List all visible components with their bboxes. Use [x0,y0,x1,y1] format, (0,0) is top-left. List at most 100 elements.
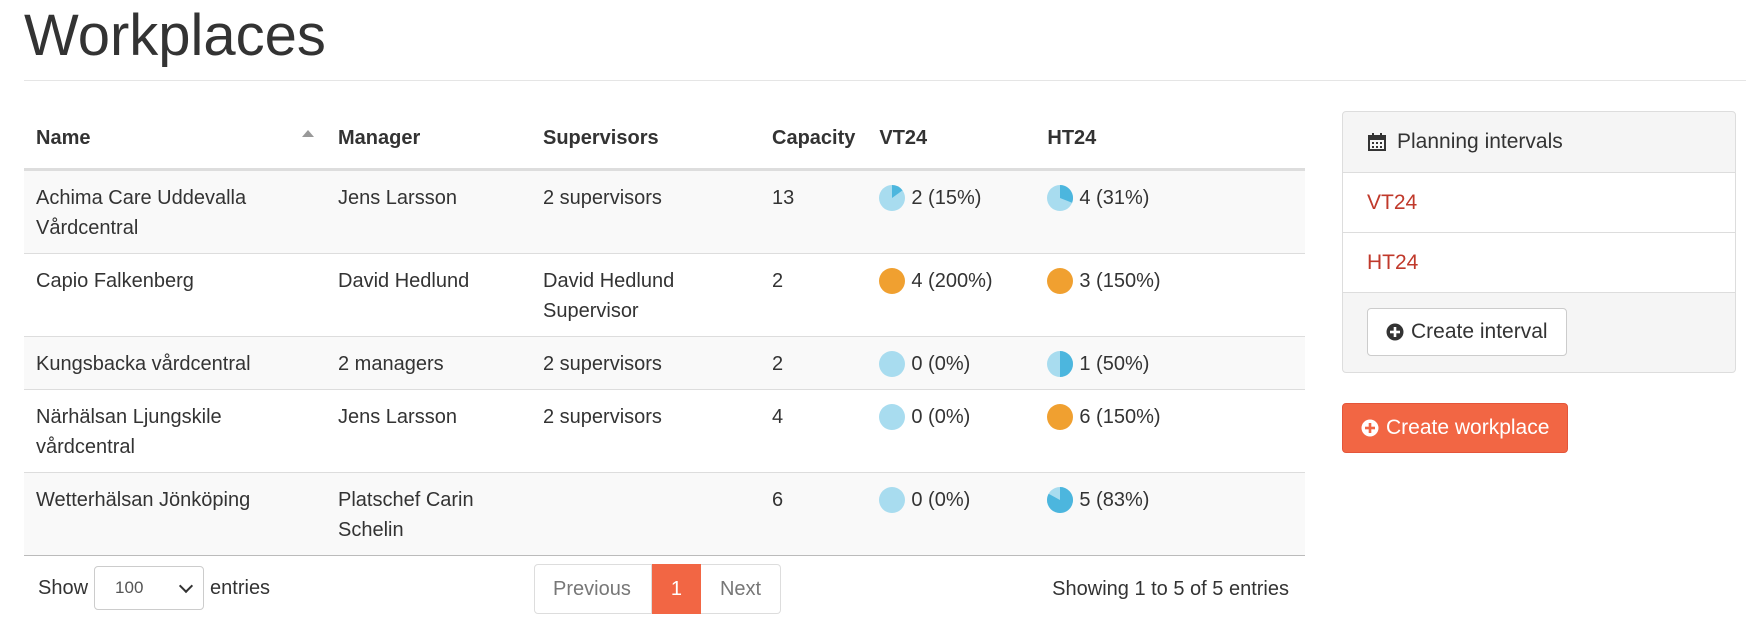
calendar-icon [1368,133,1386,151]
ht24-pie-icon [1047,404,1074,430]
cell-supervisors: 2 supervisors [531,169,760,254]
create-workplace-button[interactable]: Create workplace [1342,403,1569,453]
vt24-pie-icon [879,268,906,294]
cell-manager: Jens Larsson [326,389,531,473]
create-interval-button[interactable]: Create interval [1367,308,1567,356]
vt24-allocation-text: 0 (0%) [911,353,971,375]
cell-supervisors: 2 supervisors [531,336,760,390]
cell-name: Capio Falkenberg [24,253,326,337]
length-prefix: Show [38,576,89,599]
entries-per-page-value: 100 [115,578,144,597]
table-row: Capio Falkenberg David Hedlund David Hedlu… [24,253,1305,337]
pagination: Previous 1 Next [534,564,782,614]
cell-ht24: 5 (83%) [1035,472,1305,556]
cell-capacity: 2 [760,336,868,390]
page-title: Workplaces [24,3,326,68]
cell-ht24: 4 (31%) [1035,169,1305,254]
cell-manager: 2 managers [326,336,531,390]
ht24-pie-icon [1047,487,1074,513]
plus-circle-icon [1361,419,1379,437]
page-1-button[interactable]: 1 [651,564,701,614]
vt24-pie-icon [879,404,906,430]
cell-name: Wetterhälsan Jönköping [24,472,326,556]
cell-vt24: 0 (0%) [867,389,1036,473]
column-header-supervisors[interactable]: Supervisors [531,108,760,171]
table-header-row: Name Manager Supervisors Capacity VT24 H… [24,108,1305,171]
vt24-allocation: 0 (0%) [879,349,1023,379]
cell-name: Närhälsan Ljungskile vårdcentral [24,389,326,473]
cell-supervisors: David Hedlund Supervisor [531,253,760,337]
chevron-down-icon [178,578,194,593]
table-row: Achima Care Uddevalla Vårdcentral Jens La… [24,169,1305,254]
cell-capacity: 6 [760,472,868,556]
ht24-allocation-text: 5 (83%) [1079,489,1150,511]
workplaces-table: Name Manager Supervisors Capacity VT24 H… [24,108,1305,556]
column-header-ht24[interactable]: HT24 [1035,108,1305,171]
cell-vt24: 0 (0%) [867,472,1036,556]
column-header-capacity[interactable]: Capacity [760,108,868,171]
cell-manager: David Hedlund [326,253,531,337]
interval-link-vt24[interactable]: VT24 [1343,173,1735,233]
cell-vt24: 4 (200%) [867,253,1036,337]
vt24-allocation: 2 (15%) [879,183,1023,213]
planning-intervals-panel: Planning intervals VT24 HT24 Create inte… [1342,111,1736,373]
entries-per-page-select[interactable]: 100 [94,566,205,610]
cell-capacity: 13 [760,169,868,254]
vt24-pie-icon [879,185,906,211]
vt24-pie-icon [879,487,906,513]
ht24-allocation: 1 (50%) [1047,349,1293,379]
cell-vt24: 2 (15%) [867,169,1036,254]
vt24-allocation: 0 (0%) [879,485,1023,515]
column-header-name[interactable]: Name [24,108,326,171]
plus-circle-icon [1386,323,1404,341]
ht24-pie-icon [1047,185,1074,211]
vt24-allocation: 4 (200%) [879,266,1023,296]
ht24-pie-icon [1047,351,1074,377]
table-row: Närhälsan Ljungskile vårdcentral Jens Lar… [24,389,1305,473]
table-info: Showing 1 to 5 of 5 entries [1052,578,1289,600]
ht24-allocation: 6 (150%) [1047,402,1293,432]
column-header-vt24[interactable]: VT24 [867,108,1036,171]
vt24-allocation-text: 2 (15%) [911,187,982,209]
cell-vt24: 0 (0%) [867,336,1036,390]
column-header-manager[interactable]: Manager [326,108,531,171]
ht24-allocation-text: 1 (50%) [1079,353,1150,375]
cell-ht24: 6 (150%) [1035,389,1305,473]
vt24-allocation-text: 0 (0%) [911,406,971,428]
vt24-pie-icon [879,351,906,377]
cell-capacity: 4 [760,389,868,473]
ht24-allocation-text: 4 (31%) [1079,187,1150,209]
cell-supervisors [531,472,760,556]
create-interval-label: Create interval [1411,320,1548,343]
create-workplace-label: Create workplace [1386,416,1550,439]
entries-length-control: Show 100 entries [38,566,270,610]
cell-ht24: 1 (50%) [1035,336,1305,390]
cell-capacity: 2 [760,253,868,337]
cell-name: Kungsbacka vårdcentral [24,336,326,390]
length-suffix: entries [210,576,271,599]
cell-supervisors: 2 supervisors [531,389,760,473]
cell-manager: Platschef Carin Schelin [326,472,531,556]
vt24-allocation: 0 (0%) [879,402,1023,432]
panel-footer: Create interval [1343,293,1735,356]
cell-ht24: 3 (150%) [1035,253,1305,337]
sort-ascending-icon [302,130,314,137]
vt24-allocation-text: 4 (200%) [911,270,993,292]
table-body: Achima Care Uddevalla Vårdcentral Jens La… [24,169,1305,556]
previous-page-button[interactable]: Previous [534,564,652,614]
table-row: Kungsbacka vårdcentral 2 managers 2 superv… [24,336,1305,390]
panel-heading: Planning intervals [1343,112,1735,173]
vt24-allocation-text: 0 (0%) [911,489,971,511]
panel-title: Planning intervals [1397,130,1563,153]
next-page-button[interactable]: Next [700,564,782,614]
interval-link-ht24[interactable]: HT24 [1343,233,1735,293]
cell-manager: Jens Larsson [326,169,531,254]
ht24-allocation: 3 (150%) [1047,266,1293,296]
table-row: Wetterhälsan Jönköping Platschef Carin Sc… [24,472,1305,556]
ht24-allocation-text: 6 (150%) [1079,406,1161,428]
title-divider [24,80,1746,81]
ht24-pie-icon [1047,268,1074,294]
ht24-allocation-text: 3 (150%) [1079,270,1161,292]
workplaces-page: Workplaces Name Manager Supervisors Capa… [0,0,1759,634]
ht24-allocation: 4 (31%) [1047,183,1293,213]
